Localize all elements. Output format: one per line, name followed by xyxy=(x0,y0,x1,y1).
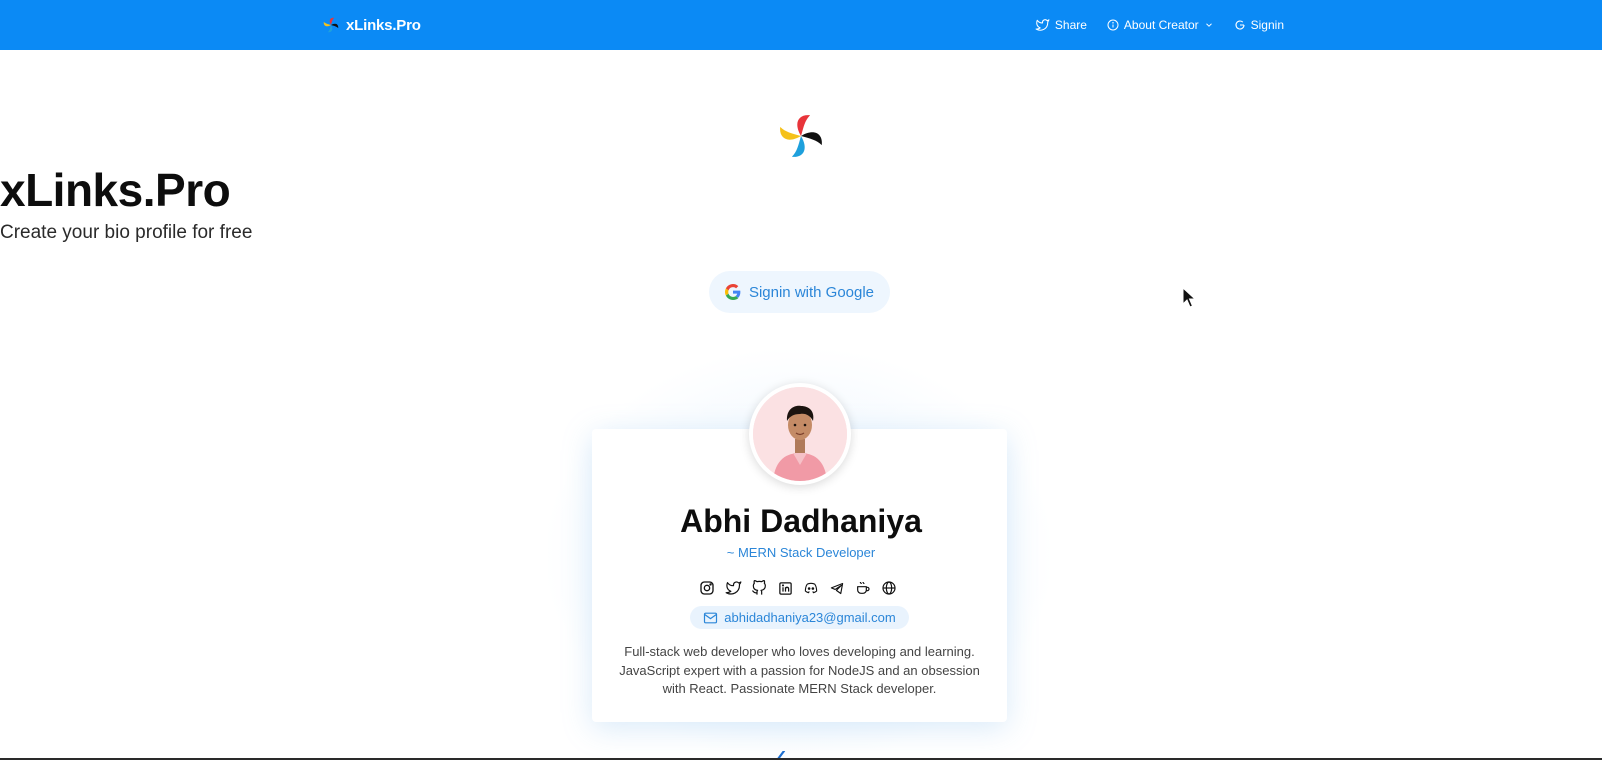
discord-link[interactable] xyxy=(802,579,820,597)
profile-bio: Full-stack web developer who loves devel… xyxy=(619,644,980,696)
info-icon xyxy=(1107,19,1119,31)
signin-with-google-button[interactable]: Signin with Google xyxy=(709,271,890,313)
profile-name: Abhi Dadhaniya xyxy=(680,503,922,539)
nav-menu: Share About Creator Signin xyxy=(1035,0,1284,50)
mail-icon xyxy=(704,612,718,623)
telegram-icon xyxy=(830,582,844,594)
brand-link[interactable]: xLinks.Pro xyxy=(322,14,421,36)
twitter-icon xyxy=(725,581,741,595)
avatar-image xyxy=(753,387,847,481)
chevron-down-icon xyxy=(1205,23,1212,27)
twitter-icon xyxy=(1035,19,1050,31)
signin-label: Signin xyxy=(1250,18,1284,32)
buy-me-a-coffee-link[interactable] xyxy=(854,579,872,597)
share-label: Share xyxy=(1054,18,1087,32)
google-icon xyxy=(724,284,741,300)
google-g-icon xyxy=(1235,20,1245,30)
about-creator-label: About Creator xyxy=(1123,18,1199,32)
google-button-label: Signin with Google xyxy=(748,283,875,301)
globe-icon xyxy=(882,581,896,595)
avatar xyxy=(749,383,851,485)
hero-title: xLinks.Pro xyxy=(0,164,231,216)
linkedin-link[interactable] xyxy=(776,579,794,597)
xlinks-logo-icon xyxy=(780,115,822,157)
coffee-icon xyxy=(857,581,870,594)
email-address: abhidadhaniya23@gmail.com xyxy=(724,610,896,625)
brand-name: xLinks.Pro xyxy=(346,16,421,34)
profile-role: ~ MERN Stack Developer xyxy=(726,545,876,560)
discord-icon xyxy=(804,582,818,593)
share-button[interactable]: Share xyxy=(1035,18,1087,32)
twitter-link[interactable] xyxy=(724,579,742,597)
instagram-link[interactable] xyxy=(698,579,716,597)
hero-subtitle: Create your bio profile for free xyxy=(0,222,253,243)
telegram-link[interactable] xyxy=(828,579,846,597)
linkedin-icon xyxy=(778,581,792,595)
website-link[interactable] xyxy=(880,579,898,597)
email-button[interactable]: abhidadhaniya23@gmail.com xyxy=(690,606,909,629)
github-link[interactable] xyxy=(750,579,768,597)
social-links xyxy=(698,579,898,597)
github-icon xyxy=(752,580,766,595)
mouse-pointer-icon xyxy=(1182,287,1196,308)
signin-link[interactable]: Signin xyxy=(1234,18,1284,32)
about-creator-dropdown[interactable]: About Creator xyxy=(1107,18,1214,32)
top-navbar: xLinks.Pro Share About Creator Signin xyxy=(0,0,1602,50)
xlinks-logo-icon xyxy=(323,17,339,33)
instagram-icon xyxy=(700,581,714,595)
